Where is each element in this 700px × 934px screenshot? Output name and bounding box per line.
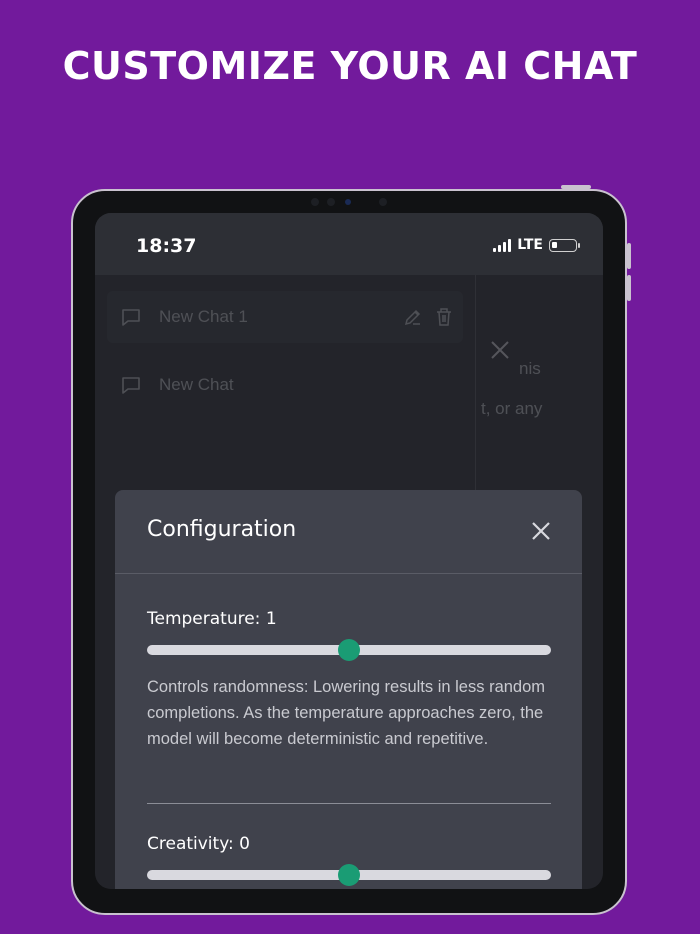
configuration-modal: Configuration Temperature: 1 Controls ra… [115,490,582,889]
sensor-dot [311,198,319,206]
close-icon [532,522,550,540]
screen: 18:37 LTE New Chat 1 New Chat nis t, or … [95,213,603,889]
volume-up-button [627,243,631,269]
battery-icon [549,238,580,252]
tablet-frame: 18:37 LTE New Chat 1 New Chat nis t, or … [71,185,631,915]
close-button[interactable] [530,520,552,542]
status-bar: 18:37 LTE [95,213,603,275]
creativity-slider[interactable] [147,864,551,886]
modal-title: Configuration [147,517,297,542]
creativity-label: Creativity: 0 [147,834,250,854]
network-label: LTE [517,237,543,253]
camera-icon [345,199,351,205]
sensor-dot [379,198,387,206]
signal-icon [493,238,512,252]
temperature-description: Controls randomness: Lowering results in… [147,678,546,748]
sensor-dot [327,198,335,206]
page-headline: CUSTOMIZE YOUR AI CHAT [62,44,638,88]
volume-down-button [627,275,631,301]
modal-header: Configuration [115,490,582,574]
temperature-slider-thumb[interactable] [338,639,360,661]
status-time: 18:37 [136,235,197,257]
temperature-slider[interactable] [147,639,551,661]
temperature-label: Temperature: 1 [147,609,277,629]
creativity-slider-thumb[interactable] [338,864,360,886]
power-button [561,185,591,189]
section-divider [147,803,551,804]
status-indicators: LTE [493,237,580,253]
